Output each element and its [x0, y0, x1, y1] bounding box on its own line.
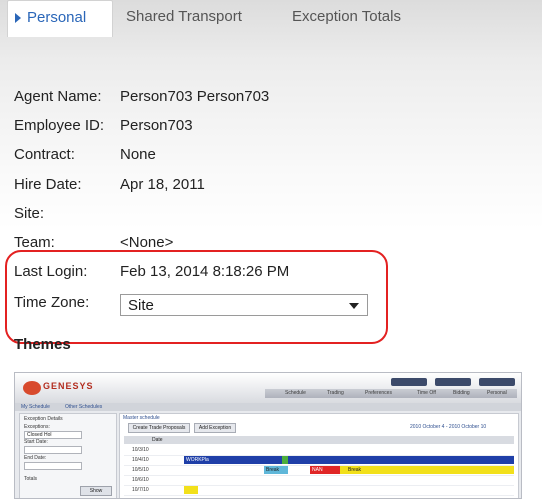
preview-left-label: Totals [24, 476, 38, 482]
preview-row: 10/6/10 [124, 476, 514, 486]
highlight-outline [5, 250, 388, 344]
tab-bar: Personal Shared Transport Exception Tota… [0, 0, 542, 37]
preview-tabs: My Schedule Other Schedules [15, 403, 521, 411]
preview-row: 10/4/10 WORKPla [124, 456, 514, 466]
theme-preview-thumbnail[interactable]: GENESYS Schedule Trading Preferences Tim… [14, 372, 522, 499]
preview-nav-item: Schedule [285, 390, 306, 396]
genesys-logo-icon [23, 381, 41, 395]
preview-tab: Other Schedules [65, 404, 103, 410]
preview-left-label: End Date: [24, 455, 47, 461]
preview-break-bar: Break [264, 466, 288, 474]
employee-id-value: Person703 [120, 117, 193, 134]
preview-nav-item: Bidding [453, 390, 470, 396]
preview-nan-bar: NAN [310, 466, 340, 474]
preview-main-button: Add Exception [194, 423, 236, 433]
hire-date-label: Hire Date: [14, 176, 82, 193]
preview-nav: Schedule Trading Preferences Time Off Bi… [265, 389, 517, 398]
preview-show-button: Show [80, 486, 112, 496]
preview-left-label: Start Date: [24, 439, 48, 445]
tab-label: Exception Totals [292, 8, 401, 25]
preview-header: GENESYS Schedule Trading Preferences Tim… [15, 373, 521, 403]
preview-left-select: Closed Hol [24, 431, 82, 439]
preview-small-bar [184, 486, 198, 494]
tab-shared-transport[interactable]: Shared Transport [126, 0, 242, 36]
preview-nav-item: Personal [487, 390, 507, 396]
preview-main-button: Create Trade Proposals [128, 423, 190, 433]
tab-exception-totals[interactable]: Exception Totals [292, 0, 401, 36]
preview-main-header: Master schedule [123, 415, 160, 421]
preview-nav-item: Time Off [417, 390, 436, 396]
tab-label: Shared Transport [126, 8, 242, 25]
preview-logo: GENESYS [43, 381, 94, 391]
preview-left-label: Exceptions: [24, 424, 50, 430]
hire-date-value: Apr 18, 2011 [120, 176, 205, 193]
preview-row: 10/7/10 [124, 486, 514, 496]
preview-shift-bar: Break [340, 466, 514, 474]
preview-left-label: Exception Details [24, 416, 63, 422]
preview-left-panel: Exception Details Exceptions: Closed Hol… [19, 413, 117, 498]
triangle-right-icon [15, 13, 21, 23]
preview-nav-item: Trading [327, 390, 344, 396]
preview-main-panel: Master schedule Create Trade Proposals A… [119, 413, 519, 498]
preview-grid-header: Date [124, 436, 514, 444]
employee-id-label: Employee ID: [14, 117, 105, 134]
site-label: Site: [14, 205, 45, 222]
preview-left-input [24, 446, 82, 454]
preview-header-pill [391, 378, 427, 386]
contract-label: Contract: [14, 146, 75, 163]
preview-row: 10/3/10 [124, 446, 514, 456]
themes-heading: Themes [14, 336, 71, 353]
preview-nav-item: Preferences [365, 390, 392, 396]
agent-name-label: Agent Name: [14, 88, 102, 105]
preview-row: 10/5/10 Break NAN Break [124, 466, 514, 476]
preview-header-pill [435, 378, 471, 386]
contract-value: None [120, 146, 156, 163]
agent-name-value: Person703 Person703 [120, 88, 270, 105]
preview-work-bar: WORKPla [184, 456, 514, 464]
preview-header-pill [479, 378, 515, 386]
preview-date-range: 2010 October 4 - 2010 October 10 [410, 424, 487, 430]
preview-left-input [24, 462, 82, 470]
tab-personal[interactable]: Personal [7, 0, 113, 37]
tab-label: Personal [27, 9, 87, 26]
preview-tab: My Schedule [21, 404, 50, 410]
preview-break-mark [282, 456, 288, 464]
